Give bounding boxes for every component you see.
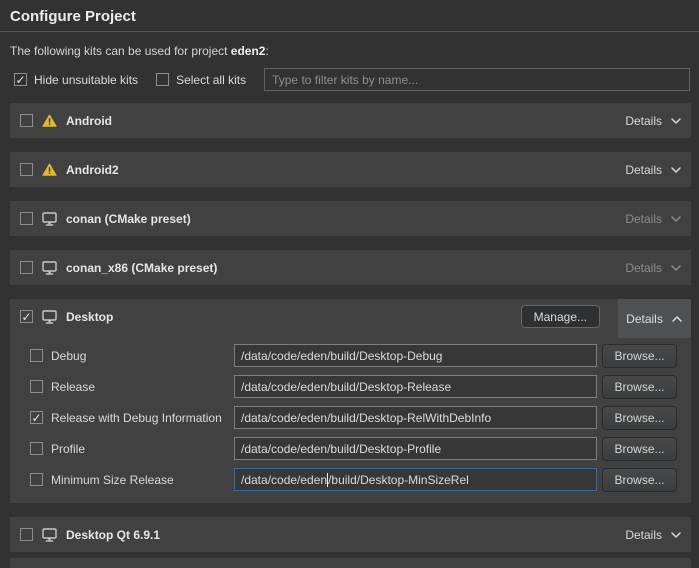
title-divider xyxy=(0,31,699,32)
warning-icon-wrap xyxy=(42,163,57,176)
details-toggle-conan-cmake-preset[interactable]: Details xyxy=(623,212,684,226)
browse-button-minimum-size-release[interactable]: Browse... xyxy=(602,468,677,492)
config-checkbox-minimum-size-release[interactable] xyxy=(30,473,43,486)
kit-row-android2: Android2 Details xyxy=(10,152,691,187)
kit-name-conan-cmake-preset: conan (CMake preset) xyxy=(66,212,191,226)
warning-icon xyxy=(42,114,57,127)
manage-button[interactable]: Manage... xyxy=(521,305,600,328)
monitor-icon-wrap xyxy=(42,261,57,275)
details-label: Details xyxy=(625,212,662,226)
chevron-down-icon xyxy=(670,264,682,272)
kit-name-conan-x86-cmake-preset: conan_x86 (CMake preset) xyxy=(66,261,217,275)
kit-filter-controls: ✓ Hide unsuitable kits Select all kits xyxy=(14,68,690,91)
build-dir-input-minimum-size-release[interactable]: /data/code/eden/build/Desktop-MinSizeRel xyxy=(234,468,597,491)
configure-project-page: Configure Project The following kits can… xyxy=(0,0,699,568)
select-all-kits-checkbox[interactable] xyxy=(156,73,169,86)
details-toggle-android[interactable]: Details xyxy=(623,114,684,128)
config-label-profile: Profile xyxy=(51,442,85,456)
browse-button-release-with-debug-information[interactable]: Browse... xyxy=(602,406,677,430)
config-label-release: Release xyxy=(51,380,95,394)
config-row-release: Release/data/code/eden/build/Desktop-Rel… xyxy=(10,371,691,402)
kit-list: AndroidDetailsAndroid2Detailsconan (CMak… xyxy=(10,103,691,552)
config-checkbox-profile[interactable] xyxy=(30,442,43,455)
build-dir-input-release-with-debug-information[interactable]: /data/code/eden/build/Desktop-RelWithDeb… xyxy=(234,406,597,429)
config-row-profile: Profile/data/code/eden/build/Desktop-Pro… xyxy=(10,433,691,464)
chevron-down-icon xyxy=(670,531,682,539)
kit-checkbox-android2[interactable] xyxy=(20,163,33,176)
details-toggle-android2[interactable]: Details xyxy=(623,163,684,177)
monitor-icon xyxy=(42,528,57,542)
details-toggle-desktop-qt-6-9-1[interactable]: Details xyxy=(623,528,684,542)
build-dir-input-debug[interactable]: /data/code/eden/build/Desktop-Debug xyxy=(234,344,597,367)
config-checkbox-debug[interactable] xyxy=(30,349,43,362)
details-label: Details xyxy=(626,312,663,326)
build-config-list: Debug/data/code/eden/build/Desktop-Debug… xyxy=(10,334,691,503)
monitor-icon xyxy=(42,310,57,324)
page-title: Configure Project xyxy=(0,0,699,31)
config-row-debug: Debug/data/code/eden/build/Desktop-Debug… xyxy=(10,340,691,371)
details-label: Details xyxy=(625,114,662,128)
chevron-down-icon xyxy=(670,166,682,174)
monitor-icon xyxy=(42,212,57,226)
kit-checkbox-desktop-qt-6-9-1[interactable] xyxy=(20,528,33,541)
config-row-minimum-size-release: Minimum Size Release/data/code/eden/buil… xyxy=(10,464,691,495)
select-all-kits-label: Select all kits xyxy=(176,73,246,87)
build-dir-input-profile[interactable]: /data/code/eden/build/Desktop-Profile xyxy=(234,437,597,460)
details-label: Details xyxy=(625,261,662,275)
config-checkbox-release-with-debug-information[interactable]: ✓ xyxy=(30,411,43,424)
kit-checkbox-desktop[interactable]: ✓ xyxy=(20,310,33,323)
kit-row-conan-cmake-preset: conan (CMake preset) Details xyxy=(10,201,691,236)
details-toggle-conan-x86-cmake-preset[interactable]: Details xyxy=(623,261,684,275)
monitor-icon-wrap xyxy=(42,310,57,324)
config-checkbox-release[interactable] xyxy=(30,380,43,393)
subtitle-text: The following kits can be used for proje… xyxy=(10,44,231,58)
kit-row-desktop: ✓ Desktop Manage... xyxy=(10,299,691,334)
monitor-icon-wrap xyxy=(42,528,57,542)
details-label: Details xyxy=(625,528,662,542)
kit-row-desktop-qt-6-9-1: Desktop Qt 6.9.1 Details xyxy=(10,517,691,552)
config-row-release-with-debug-information: ✓ Release with Debug Information/data/cod… xyxy=(10,402,691,433)
kit-name-android: Android xyxy=(66,114,112,128)
config-label-release-with-debug-information: Release with Debug Information xyxy=(51,411,222,425)
config-label-minimum-size-release: Minimum Size Release xyxy=(51,473,174,487)
kit-name-desktop: Desktop xyxy=(66,310,113,324)
config-label-debug: Debug xyxy=(51,349,86,363)
kit-checkbox-android[interactable] xyxy=(20,114,33,127)
chevron-up-icon xyxy=(671,315,683,323)
chevron-down-icon xyxy=(670,117,682,125)
kit-group-desktop: ✓ Desktop Manage... Details Debug/data/code/… xyxy=(10,299,691,503)
warning-icon xyxy=(42,163,57,176)
hide-unsuitable-kits-label: Hide unsuitable kits xyxy=(34,73,138,87)
browse-button-profile[interactable]: Browse... xyxy=(602,437,677,461)
details-toggle-desktop[interactable]: Details xyxy=(618,299,691,338)
kit-checkbox-conan-cmake-preset[interactable] xyxy=(20,212,33,225)
browse-button-release[interactable]: Browse... xyxy=(602,375,677,399)
chevron-down-icon xyxy=(670,215,682,223)
select-all-kits-control: Select all kits xyxy=(156,73,246,87)
warning-icon-wrap xyxy=(42,114,57,127)
kit-name-desktop-qt-6-9-1: Desktop Qt 6.9.1 xyxy=(66,528,160,542)
build-dir-input-release[interactable]: /data/code/eden/build/Desktop-Release xyxy=(234,375,597,398)
hide-unsuitable-kits-control: ✓ Hide unsuitable kits xyxy=(14,73,138,87)
kit-row-android: Android Details xyxy=(10,103,691,138)
monitor-icon-wrap xyxy=(42,212,57,226)
details-label: Details xyxy=(625,163,662,177)
partial-kit-row xyxy=(10,558,691,568)
kit-filter-input[interactable] xyxy=(264,68,690,91)
monitor-icon xyxy=(42,261,57,275)
kit-name-android2: Android2 xyxy=(66,163,119,177)
kit-row-conan-x86-cmake-preset: conan_x86 (CMake preset) Details xyxy=(10,250,691,285)
browse-button-debug[interactable]: Browse... xyxy=(602,344,677,368)
project-name: eden2 xyxy=(231,44,266,58)
kits-subtitle: The following kits can be used for proje… xyxy=(10,44,689,58)
kit-checkbox-conan-x86-cmake-preset[interactable] xyxy=(20,261,33,274)
hide-unsuitable-kits-checkbox[interactable]: ✓ xyxy=(14,73,27,86)
